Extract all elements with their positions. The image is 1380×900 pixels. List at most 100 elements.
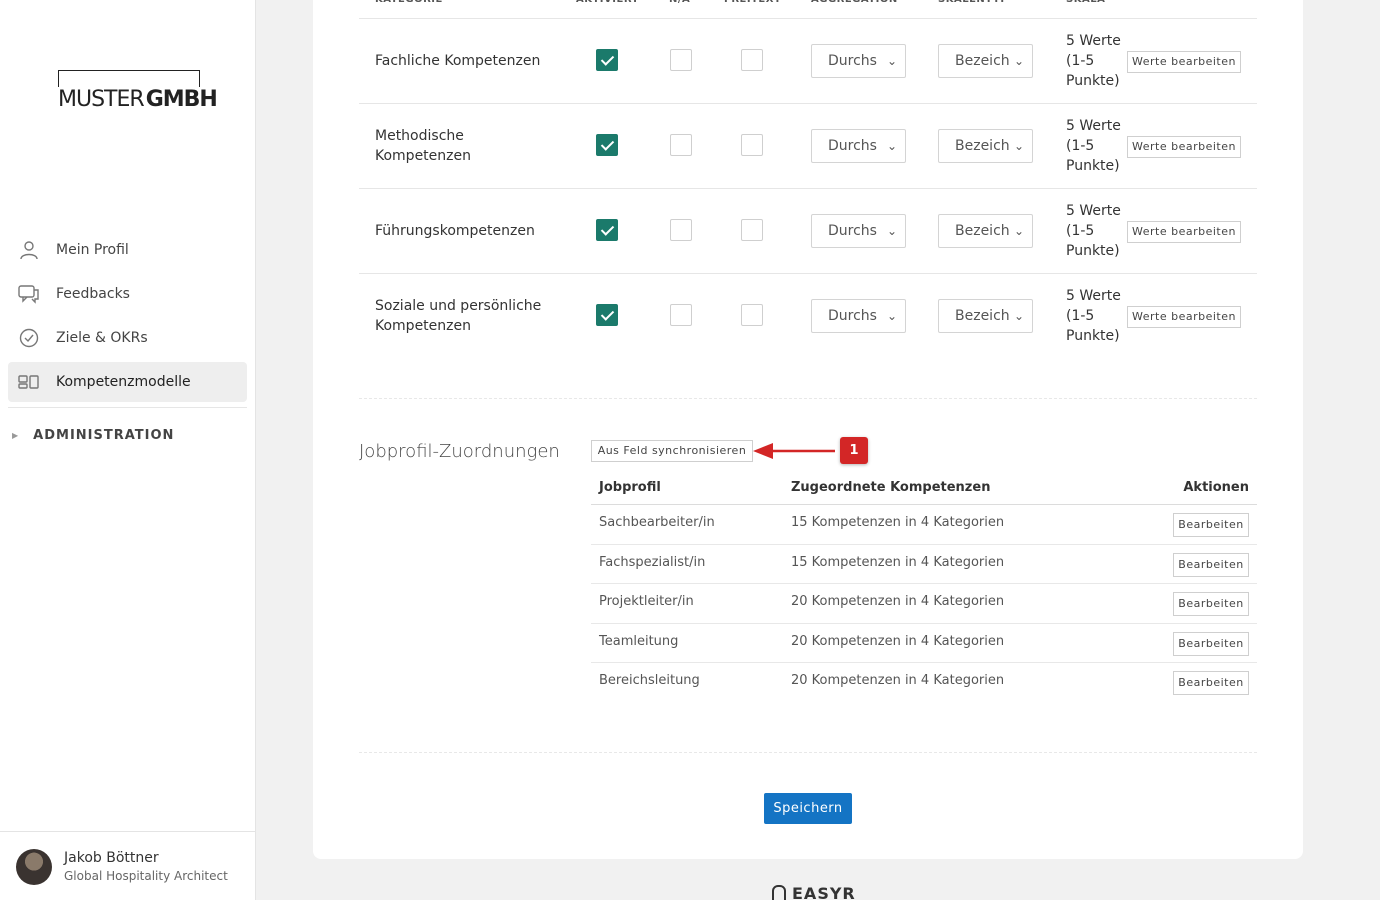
main-panel: KATEGORIE AKTIVIERT N/A FREITEXT AGGREGA… <box>313 0 1303 859</box>
freitext-checkbox[interactable] <box>741 134 763 156</box>
skala-text: 5 Werte (1-5 Punkte) <box>1066 33 1121 89</box>
column-header-freitext: FREITEXT <box>724 0 781 4</box>
divider <box>8 407 247 408</box>
save-button[interactable]: Speichern <box>764 793 852 824</box>
bearbeiten-button[interactable]: Bearbeiten <box>1173 513 1249 537</box>
skalentyp-select[interactable]: Bezeich ⌄ <box>938 44 1033 78</box>
aktiviert-checkbox[interactable] <box>596 304 618 326</box>
aggregation-select[interactable]: Durchs ⌄ <box>811 299 906 333</box>
column-header-aktiviert: AKTIVIERT <box>576 0 639 4</box>
footer-brand-text: EASYR <box>792 884 856 900</box>
aktiviert-checkbox[interactable] <box>596 49 618 71</box>
kompetenzen-cell: 20 Kompetenzen in 4 Kategorien <box>791 673 1005 688</box>
kompetenzen-cell: 20 Kompetenzen in 4 Kategorien <box>791 633 1005 649</box>
aktiviert-checkbox[interactable] <box>596 219 618 241</box>
kompetenzen-cell: 20 Kompetenzen in 4 Kategorien <box>791 594 1005 609</box>
category-name: Methodische Kompetenzen <box>375 128 471 164</box>
column-header-na: N/A <box>669 0 690 4</box>
category-name: Fachliche Kompetenzen <box>375 53 541 69</box>
chevron-down-icon: ⌄ <box>886 139 897 153</box>
werte-bearbeiten-button[interactable]: Werte bearbeiten <box>1127 51 1241 73</box>
lock-icon <box>772 884 786 900</box>
sidebar-section-label: ADMINISTRATION <box>33 428 175 443</box>
chevron-down-icon: ⌄ <box>886 309 897 323</box>
select-value: Durchs <box>828 223 877 239</box>
sidebar-item-kompetenzmodelle[interactable]: Kompetenzmodelle <box>8 362 247 402</box>
jobprofil-cell: Teamleitung <box>599 633 679 649</box>
chevron-down-icon: ⌄ <box>1013 54 1024 68</box>
jobprofile-table: Jobprofil Zugeordnete Kompetenzen Aktion… <box>591 472 1257 703</box>
werte-bearbeiten-button[interactable]: Werte bearbeiten <box>1127 136 1241 158</box>
chevron-down-icon: ⌄ <box>886 224 897 238</box>
table-header: Jobprofil Zugeordnete Kompetenzen Aktion… <box>591 472 1257 505</box>
aggregation-select[interactable]: Durchs ⌄ <box>811 214 906 248</box>
na-checkbox[interactable] <box>670 304 692 326</box>
sidebar-item-label: Kompetenzmodelle <box>56 374 191 390</box>
logo-text-left: MUSTER <box>58 87 146 112</box>
annotation-arrow-icon <box>753 443 835 459</box>
sync-from-field-button[interactable]: Aus Feld synchronisieren <box>591 440 753 462</box>
user-profile[interactable]: Jakob Böttner Global Hospitality Archite… <box>0 831 255 900</box>
freitext-checkbox[interactable] <box>741 49 763 71</box>
chat-icon <box>18 283 40 305</box>
logo-text-right: GMBH <box>145 87 218 112</box>
chevron-down-icon: ⌄ <box>1013 224 1024 238</box>
skala-text: 5 Werte (1-5 Punkte) <box>1066 118 1121 174</box>
person-icon <box>18 239 40 261</box>
aktiviert-checkbox[interactable] <box>596 134 618 156</box>
select-value: Bezeich <box>955 53 1010 69</box>
user-name: Jakob Böttner <box>64 850 159 866</box>
category-row: Fachliche Kompetenzen Durchs ⌄ Bezeich ⌄ 5… <box>359 18 1257 103</box>
table-row: Projektleiter/in 20 Kompetenzen in 4 Kat… <box>591 584 1257 624</box>
skalentyp-select[interactable]: Bezeich ⌄ <box>938 214 1033 248</box>
chevron-down-icon: ⌄ <box>1013 139 1024 153</box>
skala-text: 5 Werte (1-5 Punkte) <box>1066 288 1121 344</box>
kompetenzen-cell: 15 Kompetenzen in 4 Kategorien <box>791 554 1005 570</box>
model-icon <box>18 371 40 393</box>
table-row: Bereichsleitung 20 Kompetenzen in 4 Kate… <box>591 663 1257 703</box>
na-checkbox[interactable] <box>670 49 692 71</box>
werte-bearbeiten-button[interactable]: Werte bearbeiten <box>1127 306 1241 328</box>
select-value: Durchs <box>828 138 877 154</box>
aggregation-select[interactable]: Durchs ⌄ <box>811 129 906 163</box>
sidebar-item-feedbacks[interactable]: Feedbacks <box>8 274 247 314</box>
kompetenzen-cell: 15 Kompetenzen in 4 Kategorien <box>791 515 1005 530</box>
column-header-jobprofil: Jobprofil <box>599 480 661 495</box>
sidebar: MUSTERGMBH Mein Profil Feedbacks Ziele &… <box>0 0 256 900</box>
table-row: Fachspezialist/in 15 Kompetenzen in 4 Ka… <box>591 545 1257 584</box>
category-row: Führungskompetenzen Durchs ⌄ Bezeich ⌄ 5 W… <box>359 188 1257 273</box>
column-header-skalentyp: SKALENTYP <box>938 0 1008 4</box>
sidebar-item-ziele-okrs[interactable]: Ziele & OKRs <box>8 318 247 358</box>
avatar <box>16 849 52 885</box>
sidebar-item-label: Feedbacks <box>56 286 130 302</box>
column-header-kategorie: KATEGORIE <box>375 0 443 4</box>
skalentyp-select[interactable]: Bezeich ⌄ <box>938 299 1033 333</box>
sidebar-item-administration[interactable]: ▶ ADMINISTRATION <box>12 428 174 443</box>
sidebar-item-mein-profil[interactable]: Mein Profil <box>8 230 247 270</box>
bearbeiten-button[interactable]: Bearbeiten <box>1173 631 1249 656</box>
select-value: Bezeich <box>955 138 1010 154</box>
jobprofil-cell: Sachbearbeiter/in <box>599 515 715 530</box>
category-name: Führungskompetenzen <box>375 223 535 239</box>
bearbeiten-button[interactable]: Bearbeiten <box>1173 592 1249 616</box>
sidebar-item-label: Ziele & OKRs <box>56 330 148 346</box>
aggregation-select[interactable]: Durchs ⌄ <box>811 44 906 78</box>
bearbeiten-button[interactable]: Bearbeiten <box>1173 552 1249 577</box>
user-role: Global Hospitality Architect <box>64 869 228 883</box>
column-header-aggregation: AGGREGATION <box>811 0 898 4</box>
table-row: Teamleitung 20 Kompetenzen in 4 Kategori… <box>591 624 1257 663</box>
freitext-checkbox[interactable] <box>741 219 763 241</box>
caret-right-icon: ▶ <box>12 431 20 440</box>
freitext-checkbox[interactable] <box>741 304 763 326</box>
divider <box>359 398 1257 399</box>
column-header-kompetenzen: Zugeordnete Kompetenzen <box>791 480 991 495</box>
category-row: Soziale und persönliche Kompetenzen Durc… <box>359 273 1257 358</box>
sidebar-nav: Mein Profil Feedbacks Ziele & OKRs Kompe… <box>8 230 247 406</box>
na-checkbox[interactable] <box>670 219 692 241</box>
column-header-aktionen: Aktionen <box>1183 480 1249 495</box>
bearbeiten-button[interactable]: Bearbeiten <box>1173 671 1249 695</box>
chevron-down-icon: ⌄ <box>886 54 897 68</box>
werte-bearbeiten-button[interactable]: Werte bearbeiten <box>1127 221 1241 243</box>
skalentyp-select[interactable]: Bezeich ⌄ <box>938 129 1033 163</box>
na-checkbox[interactable] <box>670 134 692 156</box>
